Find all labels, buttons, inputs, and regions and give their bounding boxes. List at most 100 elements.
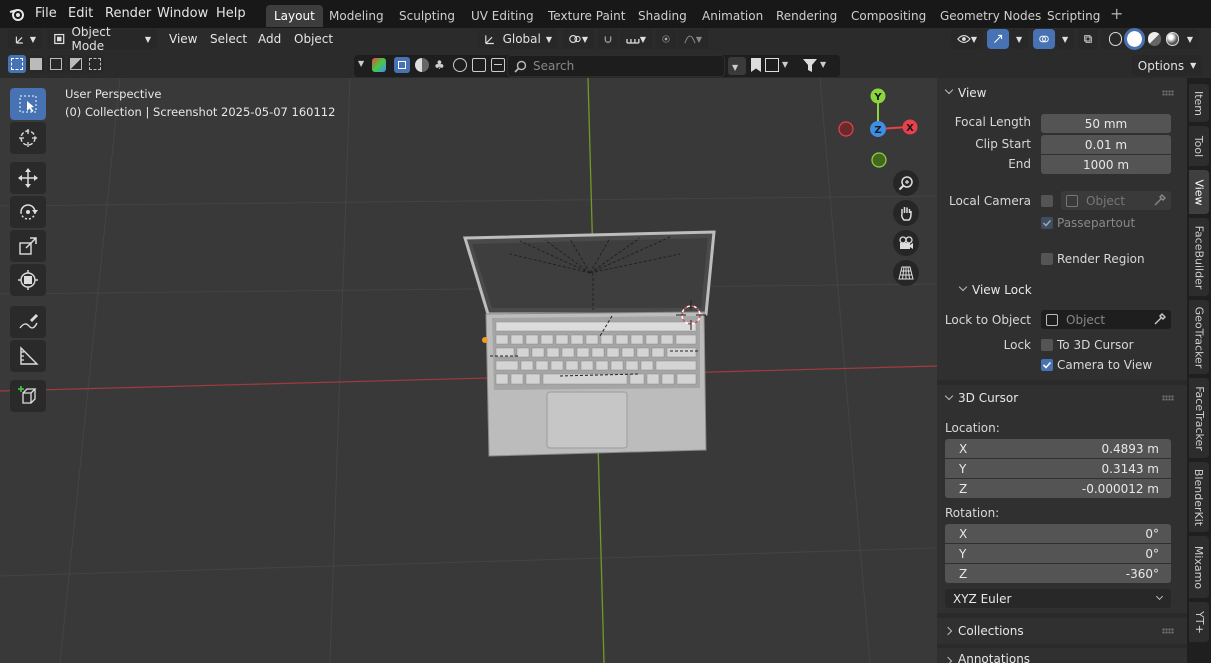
tab-blenderkit[interactable]: BlenderKit bbox=[1189, 462, 1209, 532]
header-add-menu[interactable]: Add bbox=[254, 32, 285, 46]
render-engine-icon[interactable] bbox=[372, 58, 386, 72]
xray-toggle[interactable] bbox=[1078, 29, 1098, 49]
clip-end-field[interactable]: 1000 m bbox=[1041, 155, 1171, 174]
funnel-filter-icon[interactable] bbox=[802, 58, 818, 73]
data-filter-icon[interactable] bbox=[491, 58, 505, 72]
tab-geometry-nodes[interactable]: Geometry Nodes bbox=[932, 5, 1049, 27]
menu-edit[interactable]: Edit bbox=[68, 6, 93, 21]
drag-grip-icon[interactable] bbox=[1162, 90, 1174, 96]
menu-render[interactable]: Render bbox=[105, 6, 151, 21]
tab-shading[interactable]: Shading bbox=[630, 5, 695, 27]
select-extend-icon[interactable] bbox=[27, 55, 46, 73]
view-section-title[interactable]: View bbox=[958, 86, 986, 100]
tab-view[interactable]: View bbox=[1189, 170, 1209, 214]
passepartout-checkbox[interactable] bbox=[1041, 217, 1053, 229]
pivot-point-dropdown[interactable]: ▼ bbox=[562, 29, 594, 49]
search-input[interactable]: Search bbox=[507, 55, 725, 77]
proportional-falloff-dropdown[interactable]: ▼ bbox=[678, 29, 708, 49]
header-view-menu[interactable]: View bbox=[165, 32, 201, 46]
add-workspace-icon[interactable]: + bbox=[1110, 4, 1123, 23]
bookmark-icon[interactable] bbox=[751, 58, 761, 72]
cursor-section-title[interactable]: 3D Cursor bbox=[958, 391, 1018, 405]
annotate-tool[interactable] bbox=[10, 306, 46, 338]
measure-tool[interactable] bbox=[10, 340, 46, 372]
add-cube-tool[interactable] bbox=[10, 380, 46, 412]
gizmo-toggle[interactable] bbox=[987, 29, 1009, 49]
lock-to-object-field[interactable]: Object bbox=[1041, 310, 1171, 329]
rotation-y-field[interactable]: Y 0° bbox=[945, 544, 1171, 563]
select-subtract-icon[interactable] bbox=[47, 55, 65, 73]
location-z-field[interactable]: Z -0.000012 m bbox=[945, 479, 1171, 498]
tab-mixamo[interactable]: Mixamo bbox=[1189, 536, 1209, 598]
paint-filter-icon[interactable]: ♣ bbox=[434, 58, 448, 72]
tab-item[interactable]: Item bbox=[1189, 84, 1209, 122]
collections-section[interactable]: Collections bbox=[937, 618, 1187, 644]
funnel-dropdown-icon[interactable]: ▼ bbox=[820, 60, 826, 69]
proportional-edit-toggle[interactable] bbox=[656, 29, 676, 49]
tab-modeling[interactable]: Modeling bbox=[321, 5, 392, 27]
lock-eyedropper-icon[interactable] bbox=[1154, 313, 1166, 325]
select-box-tool[interactable] bbox=[10, 88, 46, 120]
rendered-shading-icon[interactable] bbox=[1165, 32, 1179, 46]
options-dropdown[interactable]: Options ▼ bbox=[1132, 55, 1202, 76]
editor-type-button[interactable]: ▼ bbox=[8, 29, 42, 49]
tab-tool[interactable]: Tool bbox=[1189, 126, 1209, 166]
tab-scripting[interactable]: Scripting bbox=[1039, 5, 1108, 27]
zoom-button[interactable] bbox=[893, 170, 919, 196]
collections-grip-icon[interactable] bbox=[1162, 628, 1174, 634]
annotations-expand-icon[interactable] bbox=[943, 656, 953, 663]
overlays-toggle[interactable] bbox=[1033, 29, 1055, 49]
snap-toggle[interactable] bbox=[598, 29, 618, 49]
solid-shading-icon[interactable] bbox=[1124, 28, 1145, 50]
tab-facebuilder[interactable]: FaceBuilder bbox=[1189, 218, 1209, 296]
focal-length-field[interactable]: 50 mm bbox=[1041, 114, 1171, 133]
move-tool[interactable] bbox=[10, 162, 46, 194]
rotation-x-field[interactable]: X 0° bbox=[945, 524, 1171, 543]
cursor-drag-grip-icon[interactable] bbox=[1162, 395, 1174, 401]
header-object-menu[interactable]: Object bbox=[290, 32, 337, 46]
camera-view-button[interactable] bbox=[893, 230, 919, 256]
cursor-collapse-icon[interactable] bbox=[944, 391, 954, 401]
clip-start-field[interactable]: 0.01 m bbox=[1041, 135, 1171, 154]
snap-target-dropdown[interactable]: ▼ bbox=[620, 29, 652, 49]
layout-icon[interactable] bbox=[765, 58, 779, 72]
view-collapse-icon[interactable] bbox=[944, 85, 954, 95]
annotations-section[interactable]: Annotations bbox=[937, 648, 1187, 663]
to-3d-cursor-checkbox[interactable] bbox=[1041, 339, 1053, 351]
collections-expand-icon[interactable] bbox=[943, 626, 953, 636]
rotation-mode-dropdown[interactable]: XYZ Euler bbox=[945, 589, 1171, 608]
mode-dropdown[interactable]: Object Mode ▼ bbox=[47, 25, 157, 53]
material-filter-icon[interactable] bbox=[415, 58, 429, 72]
layout-dropdown-icon[interactable]: ▼ bbox=[782, 60, 788, 69]
overlays-dropdown[interactable]: ▼ bbox=[1056, 29, 1074, 49]
local-camera-field[interactable]: Object bbox=[1061, 191, 1171, 210]
header-select-menu[interactable]: Select bbox=[206, 32, 251, 46]
transform-orientation-dropdown[interactable]: Global ▼ bbox=[478, 29, 558, 49]
shading-dropdown-icon[interactable]: ▼ bbox=[1187, 35, 1193, 44]
material-shading-icon[interactable] bbox=[1147, 32, 1161, 46]
tab-geotracker[interactable]: GeoTracker bbox=[1189, 300, 1209, 374]
rotate-tool[interactable] bbox=[10, 196, 46, 228]
local-camera-checkbox[interactable] bbox=[1041, 195, 1053, 207]
tab-uv-editing[interactable]: UV Editing bbox=[463, 5, 542, 27]
scene-filter-icon[interactable] bbox=[472, 58, 486, 72]
transform-tool[interactable] bbox=[10, 264, 46, 296]
gizmo-dropdown[interactable]: ▼ bbox=[1010, 29, 1028, 49]
3d-viewport[interactable]: User Perspective (0) Collection | Screen… bbox=[0, 78, 937, 663]
menu-window[interactable]: Window bbox=[157, 6, 208, 21]
view-lock-title[interactable]: View Lock bbox=[972, 283, 1032, 297]
eyedropper-icon[interactable] bbox=[1154, 194, 1166, 206]
select-invert-icon[interactable] bbox=[66, 55, 85, 73]
tab-compositing[interactable]: Compositing bbox=[843, 5, 934, 27]
annotations-title[interactable]: Annotations bbox=[958, 652, 1030, 663]
filter-options-icon[interactable]: ▼ bbox=[728, 57, 746, 75]
collections-title[interactable]: Collections bbox=[958, 624, 1024, 638]
menu-help[interactable]: Help bbox=[216, 6, 246, 21]
wireframe-shading-icon[interactable] bbox=[1109, 32, 1123, 46]
navigation-gizmo[interactable]: Y X Z bbox=[832, 86, 924, 178]
location-x-field[interactable]: X 0.4893 m bbox=[945, 439, 1171, 458]
tab-animation[interactable]: Animation bbox=[694, 5, 771, 27]
tab-layout[interactable]: Layout bbox=[266, 5, 323, 27]
render-region-checkbox[interactable] bbox=[1041, 253, 1053, 265]
view-lock-collapse-icon[interactable] bbox=[958, 282, 968, 292]
